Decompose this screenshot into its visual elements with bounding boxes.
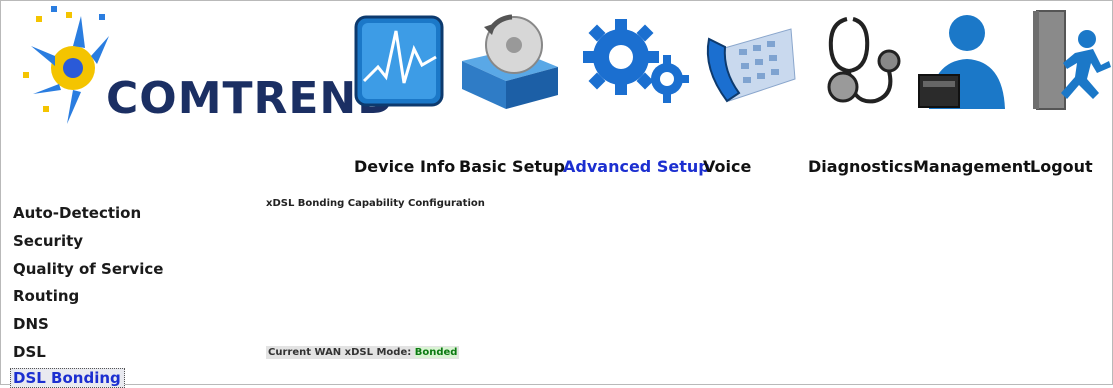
sidebar-item-routing[interactable]: Routing	[13, 287, 79, 305]
sidebar-item-quality-of-service[interactable]: Quality of Service	[13, 260, 163, 278]
management-icon[interactable]	[915, 9, 1015, 117]
nav-basic-setup[interactable]: Basic Setup	[459, 157, 565, 176]
logout-icon[interactable]	[1031, 9, 1111, 117]
header: COMTREND Device Info Basic Setup Advance…	[1, 1, 1112, 182]
main-content: xDSL Bonding Capability Configuration Cu…	[208, 182, 1112, 384]
device-info-icon[interactable]	[350, 9, 450, 117]
advanced-setup-icon[interactable]	[581, 9, 691, 117]
page-title: xDSL Bonding Capability Configuration	[266, 198, 485, 209]
sidebar-item-auto-detection[interactable]: Auto-Detection	[13, 204, 141, 222]
nav-advanced-setup[interactable]: Advanced Setup	[563, 157, 710, 176]
wan-mode-label: Current WAN xDSL Mode:	[268, 347, 412, 358]
sidebar-item-dsl-bonding[interactable]: DSL Bonding	[10, 368, 125, 388]
page-frame: COMTREND Device Info Basic Setup Advance…	[0, 0, 1113, 388]
sidebar-item-dsl[interactable]: DSL	[13, 343, 46, 361]
nav-logout[interactable]: Logout	[1030, 157, 1093, 176]
sidebar-item-dns[interactable]: DNS	[13, 315, 49, 333]
wan-mode-value: Bonded	[414, 347, 458, 358]
nav-voice[interactable]: Voice	[703, 157, 751, 176]
sidebar: Auto-Detection Security Quality of Servi…	[1, 182, 207, 388]
wan-mode-status: Current WAN xDSL Mode: Bonded	[266, 346, 460, 359]
comtrend-logo-icon	[21, 6, 111, 130]
sidebar-item-security[interactable]: Security	[13, 232, 83, 250]
diagnostics-icon[interactable]	[809, 9, 909, 117]
nav-management[interactable]: Management	[913, 157, 1031, 176]
basic-setup-icon[interactable]	[454, 9, 564, 117]
nav-device-info[interactable]: Device Info	[354, 157, 455, 176]
voice-icon[interactable]	[699, 9, 799, 117]
nav-diagnostics[interactable]: Diagnostics	[808, 157, 913, 176]
